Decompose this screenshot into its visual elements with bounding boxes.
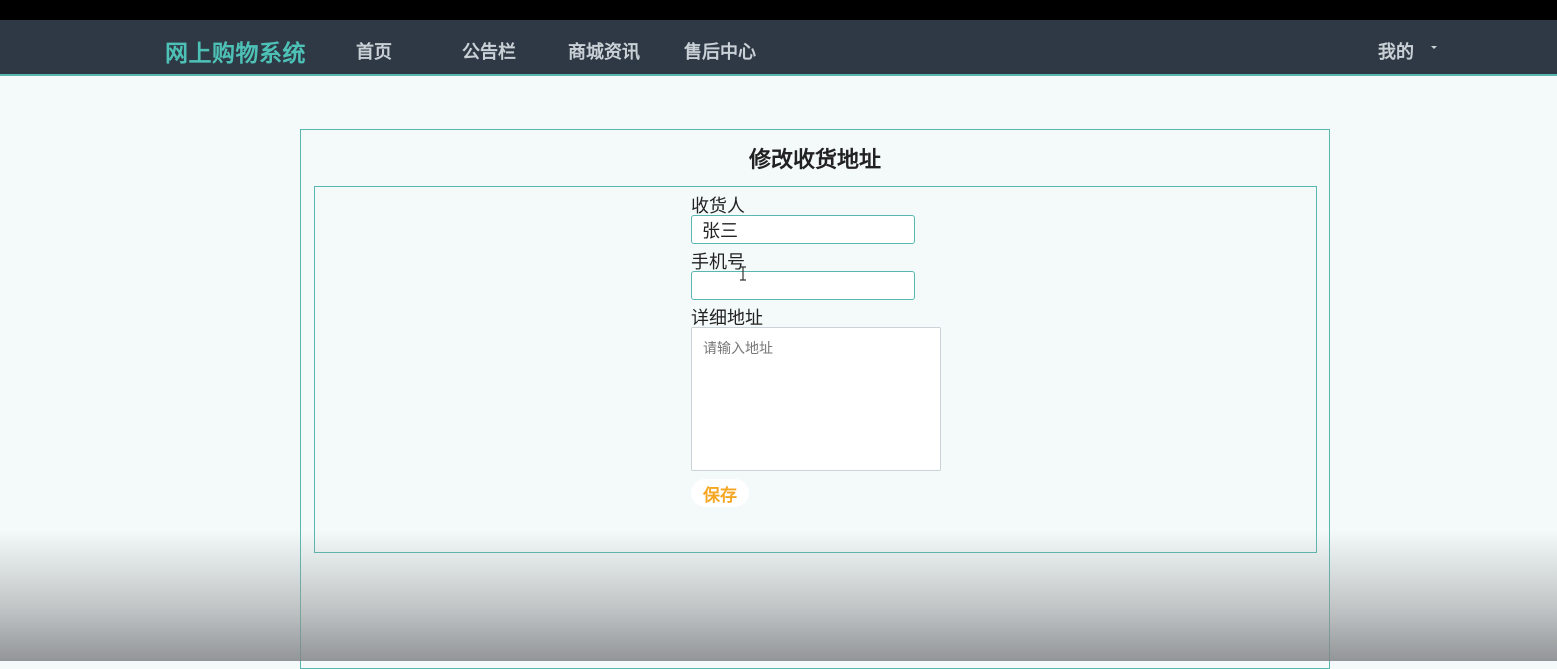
- nav-item-notice[interactable]: 公告栏: [462, 38, 516, 64]
- nav-item-news[interactable]: 商城资讯: [568, 38, 640, 64]
- brand-logo[interactable]: 网上购物系统: [165, 34, 306, 68]
- nav-item-after-sales[interactable]: 售后中心: [684, 38, 756, 64]
- top-black-bar: [0, 0, 1557, 20]
- chevron-down-icon[interactable]: [1431, 46, 1437, 49]
- text-cursor-icon: [740, 266, 746, 281]
- address-textarea[interactable]: [691, 327, 941, 471]
- user-menu[interactable]: 我的: [1378, 38, 1414, 64]
- address-edit-panel: 修改收货地址 收货人 手机号 详细地址 保存: [300, 129, 1330, 669]
- page-title: 修改收货地址: [748, 148, 881, 173]
- receiver-input[interactable]: [691, 215, 915, 244]
- phone-input[interactable]: [691, 271, 915, 300]
- address-form: 收货人 手机号 详细地址 保存: [314, 186, 1317, 553]
- navbar: 网上购物系统 首页 公告栏 商城资讯 售后中心 我的: [0, 20, 1557, 76]
- save-button[interactable]: 保存: [691, 479, 749, 507]
- nav-item-home[interactable]: 首页: [356, 38, 392, 64]
